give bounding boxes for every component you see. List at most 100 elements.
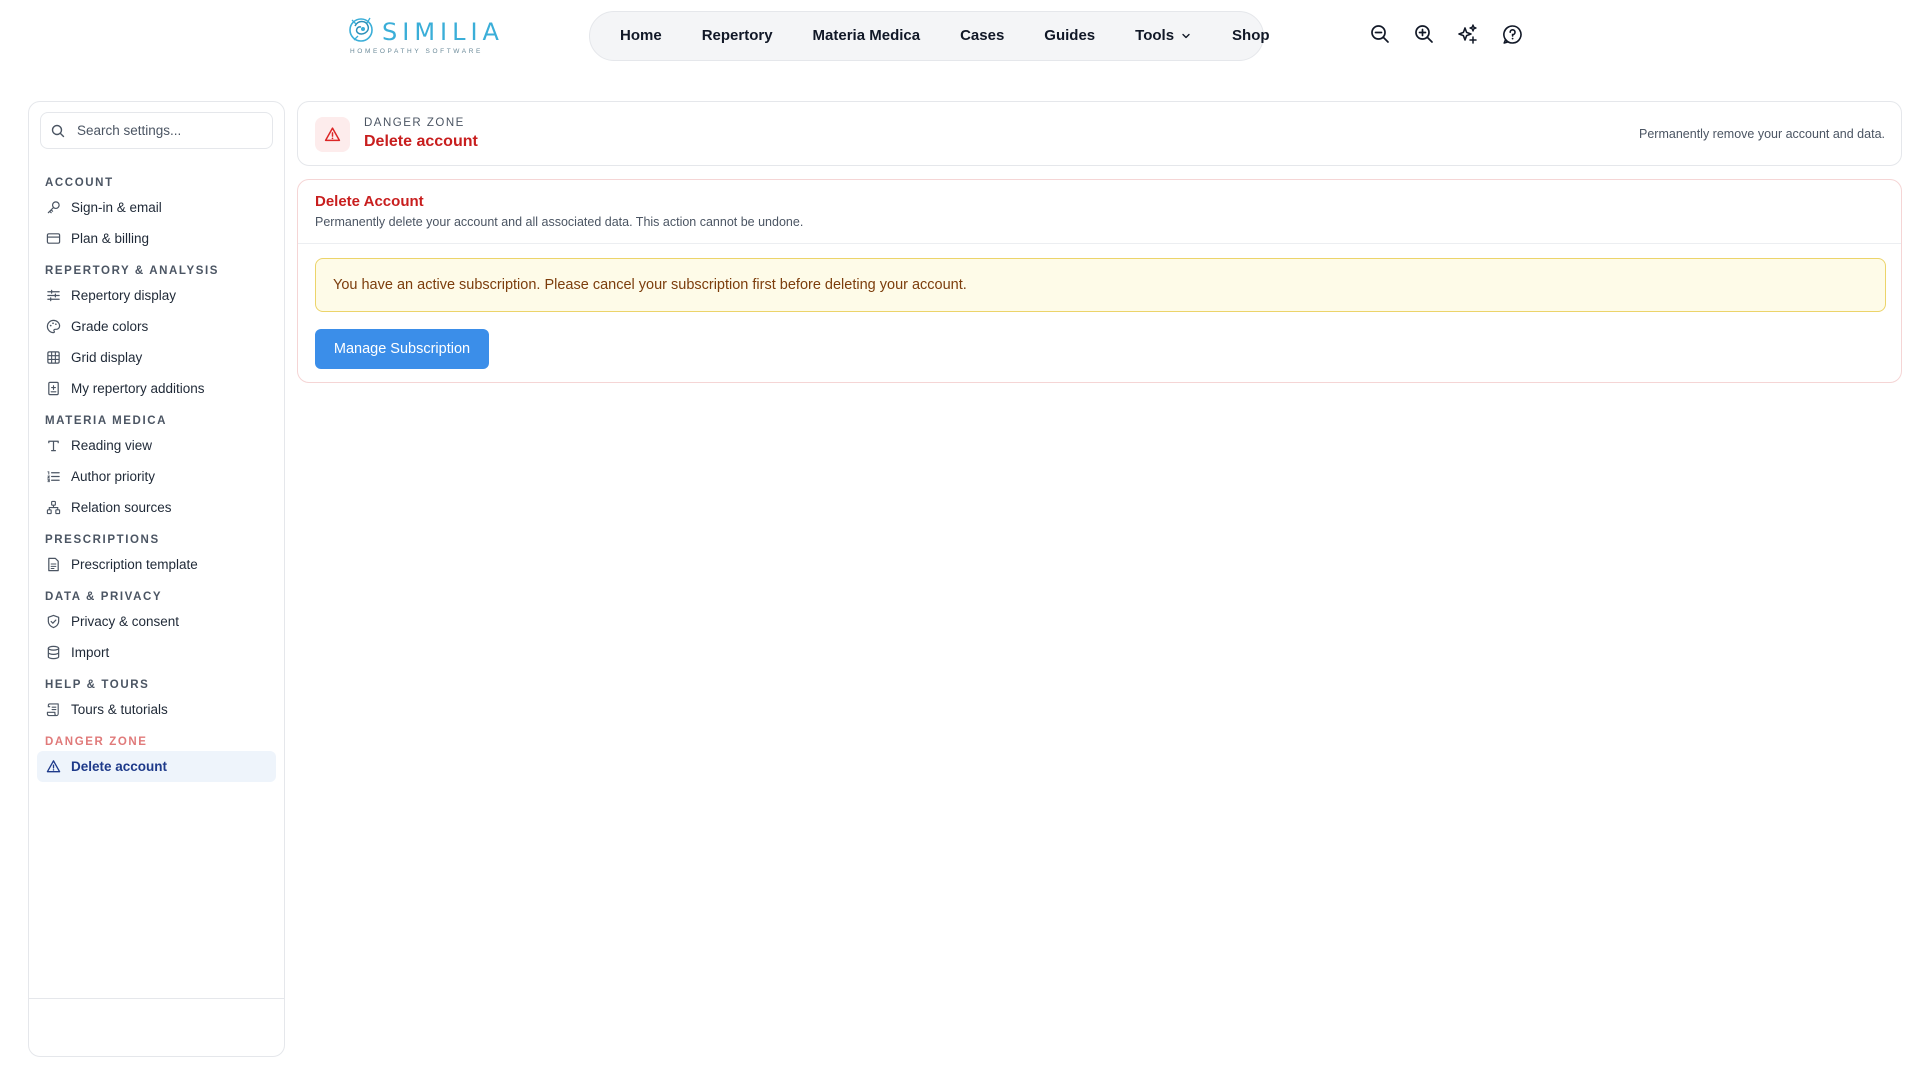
nav-home-label: Home [620, 27, 662, 44]
sidebar-sections: ACCOUNT Sign-in & email Plan & billing R… [29, 174, 284, 790]
nav-shop[interactable]: Shop [1212, 19, 1290, 53]
nav-tools-label: Tools [1135, 27, 1175, 44]
settings-search [40, 112, 273, 149]
zoom-in-icon[interactable] [1412, 22, 1436, 46]
sidebar-section-help-tours: HELP & TOURS Tours & tutorials [29, 676, 284, 725]
sidebar-item-tours-tutorials[interactable]: Tours & tutorials [37, 694, 276, 725]
sidebar-item-privacy-consent[interactable]: Privacy & consent [37, 606, 276, 637]
logo-tagline: HOMEOPATHY SOFTWARE [350, 48, 483, 55]
sidebar-item-label: Relation sources [71, 500, 172, 515]
toolbar-icons [1368, 22, 1524, 46]
sidebar-item-prescription-template[interactable]: Prescription template [37, 549, 276, 580]
page-description: Permanently remove your account and data… [1639, 127, 1885, 141]
sidebar-item-my-repertory-additions[interactable]: My repertory additions [37, 373, 276, 404]
sidebar-item-relation-sources[interactable]: Relation sources [37, 492, 276, 523]
card-subtitle: Permanently delete your account and all … [315, 215, 804, 229]
nav-materia-medica-label: Materia Medica [812, 27, 921, 44]
sparkles-icon[interactable] [1456, 22, 1480, 46]
sidebar-item-label: Repertory display [71, 288, 177, 303]
subscription-warning-alert: You have an active subscription. Please … [315, 258, 1886, 312]
danger-badge [315, 117, 350, 152]
key-icon [45, 200, 61, 216]
chevron-down-icon [1182, 33, 1190, 39]
section-title: DANGER ZONE [45, 736, 148, 748]
grid-icon [45, 350, 61, 366]
list-ordered-icon [45, 469, 61, 485]
sidebar-item-label: Grid display [71, 350, 143, 365]
alert-triangle-icon [45, 759, 61, 775]
logo-mark-icon [349, 17, 373, 42]
section-title: PRESCRIPTIONS [45, 534, 160, 546]
card-title: Delete Account [315, 193, 424, 210]
sidebar-item-label: Plan & billing [71, 231, 150, 246]
logo-wordmark: SIMILIA [382, 18, 504, 46]
sidebar-item-label: My repertory additions [71, 381, 205, 396]
palette-icon [45, 319, 61, 335]
help-icon[interactable] [1500, 22, 1524, 46]
page-header-card: DANGER ZONE Delete account Permanently r… [297, 101, 1902, 166]
section-title: HELP & TOURS [45, 679, 150, 691]
alert-triangle-icon [324, 127, 341, 142]
nav-cases-label: Cases [960, 27, 1005, 44]
manage-subscription-button[interactable]: Manage Subscription [315, 329, 489, 369]
sidebar-section-danger-zone: DANGER ZONE Delete account [29, 733, 284, 782]
sidebar-item-sign-in-email[interactable]: Sign-in & email [37, 192, 276, 223]
section-title: DATA & PRIVACY [45, 591, 163, 603]
sidebar-item-label: Tours & tutorials [71, 702, 168, 717]
sidebar-item-label: Author priority [71, 469, 156, 484]
section-title: REPERTORY & ANALYSIS [45, 265, 220, 277]
zoom-out-icon[interactable] [1368, 22, 1392, 46]
book-plus-icon [45, 381, 61, 397]
nav-repertory-label: Repertory [701, 27, 773, 44]
nav-shop-label: Shop [1232, 27, 1270, 44]
nav-cases[interactable]: Cases [940, 19, 1024, 53]
nav-guides[interactable]: Guides [1024, 19, 1115, 53]
sidebar-item-label: Grade colors [71, 319, 149, 334]
sidebar-item-label: Prescription template [71, 557, 198, 572]
nav-repertory[interactable]: Repertory [682, 19, 793, 53]
sidebar-item-reading-view[interactable]: Reading view [37, 430, 276, 461]
network-icon [45, 500, 61, 516]
scroll-icon [45, 702, 61, 718]
sidebar-item-label: Privacy & consent [71, 614, 180, 629]
top-bar: SIMILIA HOMEOPATHY SOFTWARE Home Reperto… [0, 0, 1920, 72]
database-icon [45, 645, 61, 661]
sidebar-section-data-privacy: DATA & PRIVACY Privacy & consent Import [29, 588, 284, 668]
similia-logo[interactable]: SIMILIA HOMEOPATHY SOFTWARE [348, 14, 499, 58]
sidebar-section-repertory-analysis: REPERTORY & ANALYSIS Repertory display G… [29, 262, 284, 404]
file-text-icon [45, 557, 61, 573]
sidebar-item-repertory-display[interactable]: Repertory display [37, 280, 276, 311]
nav-home[interactable]: Home [600, 19, 682, 53]
sidebar-section-materia-medica: MATERIA MEDICA Reading view Author prior… [29, 412, 284, 523]
search-settings-input[interactable] [77, 123, 257, 138]
sidebar-footer [29, 998, 284, 1056]
delete-account-card: Delete Account Permanently delete your a… [297, 179, 1902, 383]
sidebar-item-author-priority[interactable]: Author priority [37, 461, 276, 492]
section-title: ACCOUNT [45, 177, 114, 189]
sidebar-item-label: Sign-in & email [71, 200, 162, 215]
sidebar-section-account: ACCOUNT Sign-in & email Plan & billing [29, 174, 284, 254]
sliders-icon [45, 288, 61, 304]
settings-sidebar: ACCOUNT Sign-in & email Plan & billing R… [28, 101, 285, 1057]
sidebar-item-label: Reading view [71, 438, 153, 453]
sidebar-item-plan-billing[interactable]: Plan & billing [37, 223, 276, 254]
nav-tools-dropdown[interactable]: Tools [1115, 19, 1212, 53]
search-icon [51, 124, 65, 137]
sidebar-item-delete-account[interactable]: Delete account [37, 751, 276, 782]
sidebar-item-import[interactable]: Import [37, 637, 276, 668]
main-nav: Home Repertory Materia Medica Cases Guid… [589, 11, 1270, 61]
sidebar-section-prescriptions: PRESCRIPTIONS Prescription template [29, 531, 284, 580]
card-header: Delete Account Permanently delete your a… [298, 180, 1901, 244]
credit-card-icon [45, 231, 61, 247]
page-title: Delete account [364, 133, 478, 150]
nav-materia-medica[interactable]: Materia Medica [793, 19, 941, 53]
type-icon [45, 438, 61, 454]
sidebar-item-grid-display[interactable]: Grid display [37, 342, 276, 373]
nav-guides-label: Guides [1044, 27, 1096, 44]
section-title: MATERIA MEDICA [45, 415, 168, 427]
shield-check-icon [45, 614, 61, 630]
sidebar-item-label: Delete account [71, 759, 168, 774]
section-kicker: DANGER ZONE [364, 117, 465, 129]
sidebar-item-label: Import [71, 645, 110, 660]
sidebar-item-grade-colors[interactable]: Grade colors [37, 311, 276, 342]
